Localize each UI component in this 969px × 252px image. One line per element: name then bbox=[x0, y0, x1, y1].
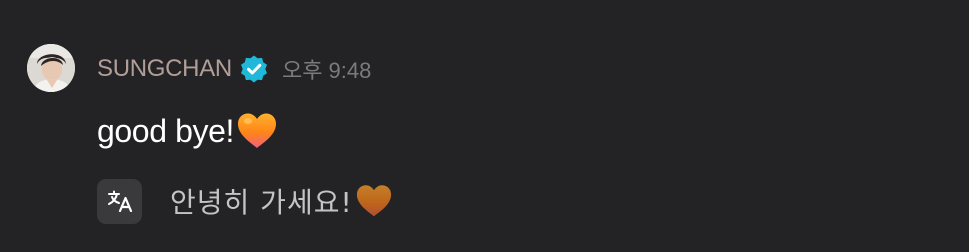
message-text: good bye! bbox=[97, 112, 234, 149]
verified-badge-icon bbox=[239, 54, 269, 84]
translation-row: 안녕히 가세요! bbox=[97, 178, 394, 224]
chat-message: SUNGCHAN 오후 9:48 good bye! 안녕히 가세요! bbox=[0, 0, 969, 252]
message-timestamp: 오후 9:48 bbox=[281, 58, 372, 83]
translated-heart-icon bbox=[354, 183, 394, 219]
author-name[interactable]: SUNGCHAN bbox=[97, 55, 232, 83]
translate-icon bbox=[107, 190, 132, 212]
translate-button[interactable] bbox=[97, 178, 142, 224]
orange-heart-icon bbox=[235, 111, 279, 151]
message-header: SUNGCHAN 오후 9:48 bbox=[97, 52, 371, 86]
message-body: good bye! bbox=[97, 108, 279, 154]
avatar[interactable] bbox=[27, 44, 75, 92]
translated-text: 안녕히 가세요! bbox=[170, 186, 353, 219]
